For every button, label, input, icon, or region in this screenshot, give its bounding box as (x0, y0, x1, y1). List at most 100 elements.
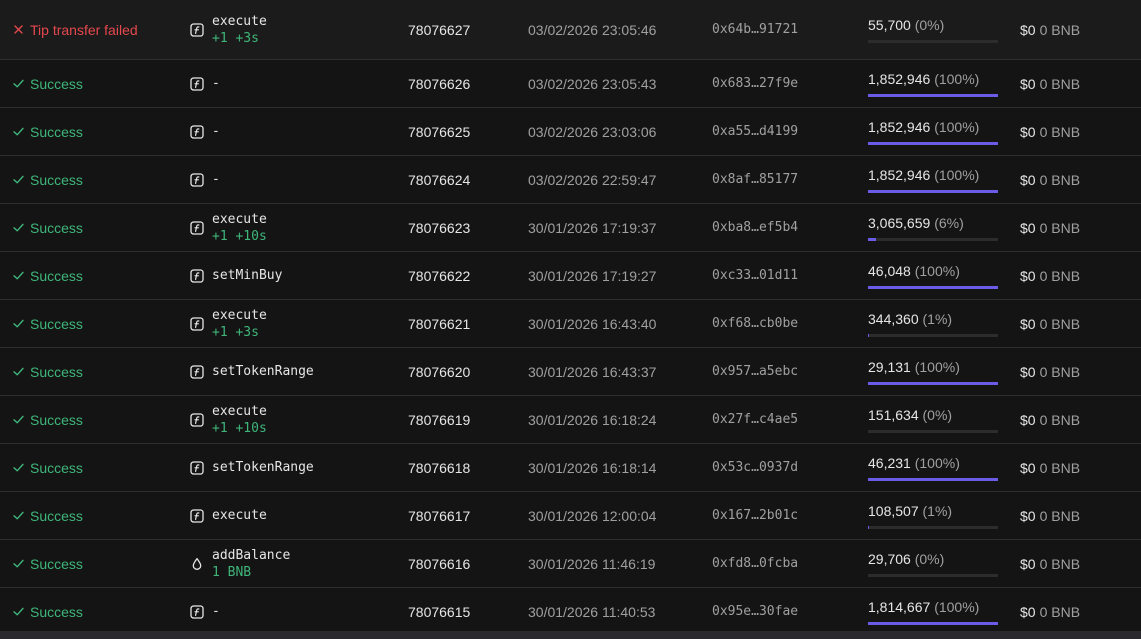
block-number[interactable]: 78076618 (408, 444, 518, 491)
tx-hash[interactable]: 0x683…27f9e (712, 60, 862, 107)
timestamp: 30/01/2026 11:40:53 (528, 603, 656, 620)
gas-used: 1,852,946 (868, 71, 931, 87)
tx-hash[interactable]: 0x27f…c4ae5 (712, 396, 862, 443)
method-name: - (212, 604, 220, 619)
method-subtext: +1 +3s (212, 30, 259, 46)
gas-usage-bar-fill (868, 526, 870, 529)
block-number[interactable]: 78076627 (408, 0, 518, 59)
method-name: setTokenRange (212, 364, 314, 379)
block-number[interactable]: 78076624 (408, 156, 518, 203)
timestamp: 30/01/2026 17:19:27 (528, 267, 657, 284)
gas-used: 46,231 (868, 455, 911, 471)
gas-usage-bar (868, 622, 998, 625)
table-row[interactable]: Success - 78076624 03/02/2026 22:59:47 0… (0, 156, 1141, 204)
gas-percent: (100%) (914, 359, 960, 375)
method-cell: - (190, 588, 390, 635)
table-row[interactable]: Success execute +1 +10s 78076619 30/01/2… (0, 396, 1141, 444)
function-icon (190, 268, 204, 283)
gas-cell: 344,360 (1%) (868, 300, 1008, 347)
method-cell: addBalance 1 BNB (190, 540, 390, 587)
status-text: Success (30, 555, 83, 572)
table-row[interactable]: Success execute +1 +3s 78076621 30/01/20… (0, 300, 1141, 348)
fee-cell: $0 0 BNB (1020, 204, 1140, 251)
table-row[interactable]: Success - 78076625 03/02/2026 23:03:06 0… (0, 108, 1141, 156)
fee-bnb: 0 BNB (1039, 603, 1081, 620)
tx-hash[interactable]: 0x8af…85177 (712, 156, 862, 203)
table-row[interactable]: Success execute +1 +10s 78076623 30/01/2… (0, 204, 1141, 252)
gas-cell: 3,065,659 (6%) (868, 204, 1008, 251)
tx-hash[interactable]: 0x167…2b01c (712, 492, 862, 539)
table-row[interactable]: Success setTokenRange 78076618 30/01/202… (0, 444, 1141, 492)
gas-usage-bar (868, 142, 998, 145)
method-cell: execute +1 +10s (190, 204, 390, 251)
method-cell: - (190, 60, 390, 107)
function-icon (190, 508, 204, 523)
tx-hash[interactable]: 0xba8…ef5b4 (712, 204, 862, 251)
table-row[interactable]: Success execute 78076617 30/01/2026 12:0… (0, 492, 1141, 540)
function-icon (190, 364, 204, 379)
tx-hash[interactable]: 0x53c…0937d (712, 444, 862, 491)
transactions-table: Tip transfer failed execute +1 +3s 78076… (0, 0, 1141, 636)
block-number[interactable]: 78076626 (408, 60, 518, 107)
gas-usage-bar-fill (868, 478, 998, 481)
tx-hash[interactable]: 0x957…a5ebc (712, 348, 862, 395)
gas-percent: (1%) (922, 503, 953, 519)
close-icon (12, 23, 25, 36)
tx-hash[interactable]: 0xfd8…0fcba (712, 540, 862, 587)
function-icon (190, 172, 204, 187)
fee-bnb: 0 BNB (1039, 555, 1081, 572)
fee-bnb: 0 BNB (1039, 123, 1081, 140)
check-icon (12, 557, 25, 570)
tx-hash[interactable]: 0x64b…91721 (712, 0, 862, 59)
gas-percent: (6%) (934, 215, 964, 231)
gas-used: 1,814,667 (868, 599, 931, 615)
table-row[interactable]: Success setMinBuy 78076622 30/01/2026 17… (0, 252, 1141, 300)
check-icon (12, 77, 25, 90)
gas-used: 3,065,659 (868, 215, 931, 231)
status-text: Success (30, 267, 83, 284)
method-name: - (212, 124, 220, 139)
function-icon (190, 220, 204, 235)
tx-hash[interactable]: 0xa55…d4199 (712, 108, 862, 155)
tx-hash[interactable]: 0x95e…30fae (712, 588, 862, 635)
gas-percent: (100%) (934, 119, 980, 135)
status-cell: Success (12, 588, 182, 635)
status-cell: Success (12, 204, 182, 251)
gas-percent: (100%) (934, 71, 980, 87)
timestamp: 30/01/2026 12:00:04 (528, 507, 657, 524)
table-row[interactable]: Success addBalance 1 BNB 78076616 30/01/… (0, 540, 1141, 588)
block-number[interactable]: 78076621 (408, 300, 518, 347)
status-cell: Success (12, 348, 182, 395)
table-row[interactable]: Tip transfer failed execute +1 +3s 78076… (0, 0, 1141, 60)
fee-cell: $0 0 BNB (1020, 444, 1140, 491)
block-number[interactable]: 78076615 (408, 588, 518, 635)
gas-used: 1,852,946 (868, 167, 931, 183)
gas-usage-bar-fill (868, 382, 998, 385)
fee-cell: $0 0 BNB (1020, 300, 1140, 347)
block-number[interactable]: 78076616 (408, 540, 518, 587)
block-number[interactable]: 78076617 (408, 492, 518, 539)
method-name: execute (212, 403, 267, 419)
horizontal-scrollbar[interactable] (0, 631, 1141, 639)
function-icon (190, 22, 204, 37)
block-number[interactable]: 78076625 (408, 108, 518, 155)
status-text: Success (30, 507, 83, 524)
table-row[interactable]: Success setTokenRange 78076620 30/01/202… (0, 348, 1141, 396)
table-row[interactable]: Success - 78076626 03/02/2026 23:05:43 0… (0, 60, 1141, 108)
gas-used: 1,852,946 (868, 119, 931, 135)
block-number[interactable]: 78076620 (408, 348, 518, 395)
fee-usd: $0 (1020, 21, 1036, 38)
function-icon (190, 76, 204, 91)
status-cell: Tip transfer failed (12, 0, 182, 59)
block-number[interactable]: 78076623 (408, 204, 518, 251)
fee-cell: $0 0 BNB (1020, 540, 1140, 587)
timestamp: 30/01/2026 17:19:37 (528, 219, 657, 236)
tx-hash[interactable]: 0xc33…01d11 (712, 252, 862, 299)
status-cell: Success (12, 396, 182, 443)
block-number[interactable]: 78076622 (408, 252, 518, 299)
block-number[interactable]: 78076619 (408, 396, 518, 443)
gas-cell: 46,231 (100%) (868, 444, 1008, 491)
fee-bnb: 0 BNB (1039, 219, 1081, 236)
tx-hash[interactable]: 0xf68…cb0be (712, 300, 862, 347)
table-row[interactable]: Success - 78076615 30/01/2026 11:40:53 0… (0, 588, 1141, 636)
